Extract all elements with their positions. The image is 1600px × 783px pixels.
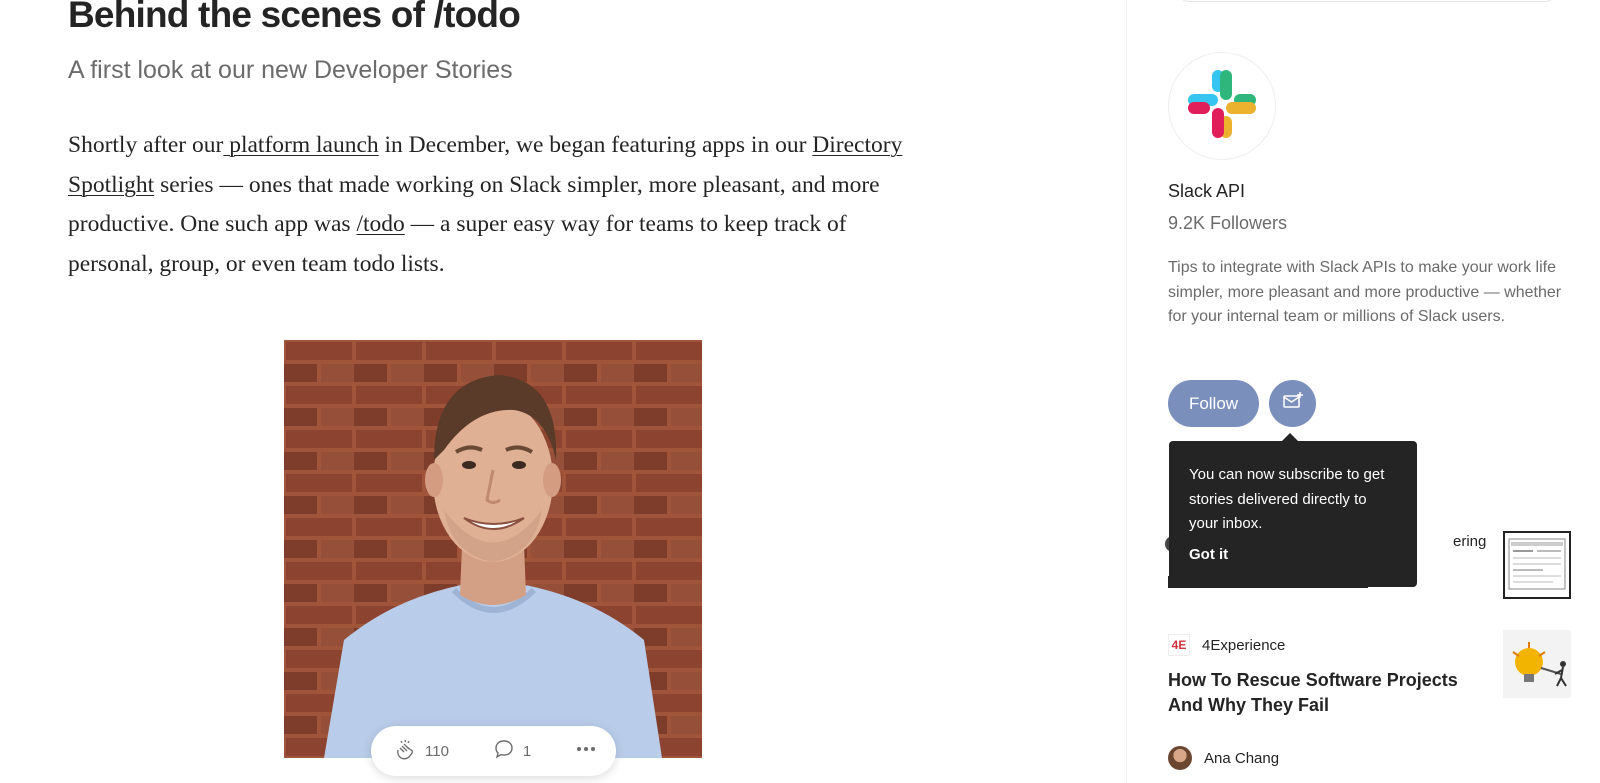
clap-icon bbox=[393, 737, 417, 765]
clap-button[interactable]: 110 bbox=[393, 737, 449, 765]
paragraph-text: Shortly after our bbox=[68, 132, 224, 158]
story-thumbnail[interactable] bbox=[1503, 531, 1571, 599]
story-publication-name: 4Experience bbox=[1202, 636, 1286, 654]
article-subtitle: A first look at our new Developer Storie… bbox=[68, 56, 513, 84]
clap-count: 110 bbox=[425, 742, 449, 760]
subscribe-button[interactable] bbox=[1269, 380, 1316, 427]
story-thumbnail[interactable] bbox=[1503, 630, 1571, 698]
comment-icon bbox=[493, 738, 515, 764]
publication-name[interactable]: Slack API bbox=[1168, 181, 1245, 202]
search-input[interactable] bbox=[1177, 0, 1557, 2]
article-action-bar: 110 1 bbox=[371, 726, 616, 776]
comment-count: 1 bbox=[522, 742, 532, 760]
subscribe-tooltip: You can now subscribe to get stories del… bbox=[1169, 433, 1417, 587]
article-paragraph: Shortly after our platform launch in Dec… bbox=[68, 126, 928, 284]
story-author[interactable]: Ana Chang bbox=[1168, 746, 1279, 770]
todo-link[interactable]: /todo bbox=[356, 211, 404, 237]
article-title: Behind the scenes of /todo bbox=[68, 0, 521, 35]
partial-story-author[interactable]: ering bbox=[1453, 533, 1486, 550]
story-publication[interactable]: 4E 4Experience bbox=[1168, 634, 1285, 656]
subscribe-mail-icon bbox=[1281, 389, 1305, 418]
got-it-button[interactable]: Got it bbox=[1189, 546, 1228, 563]
followers-count[interactable]: 9.2K Followers bbox=[1168, 213, 1287, 234]
article-column: Behind the scenes of /todo A first look … bbox=[0, 0, 1126, 783]
more-button[interactable] bbox=[575, 738, 597, 764]
sidebar: Slack API 9.2K Followers Tips to integra… bbox=[1126, 0, 1600, 783]
slack-logo-icon bbox=[1184, 66, 1260, 147]
article-photo bbox=[284, 340, 702, 758]
story-title[interactable]: How To Rescue Software Projects And Why … bbox=[1168, 668, 1488, 718]
comment-button[interactable]: 1 bbox=[493, 738, 531, 764]
publication-logo[interactable] bbox=[1168, 52, 1276, 160]
avatar bbox=[1168, 746, 1192, 770]
4experience-logo-icon: 4E bbox=[1168, 634, 1190, 656]
platform-launch-link[interactable]: platform launch bbox=[223, 132, 378, 158]
tooltip-text: You can now subscribe to get stories del… bbox=[1189, 466, 1385, 532]
story-author-name: Ana Chang bbox=[1204, 749, 1280, 767]
follow-button[interactable]: Follow bbox=[1168, 380, 1259, 427]
publication-description: Tips to integrate with Slack APIs to mak… bbox=[1168, 259, 1562, 325]
paragraph-text: in December, we began featuring apps in … bbox=[378, 132, 813, 158]
more-icon bbox=[575, 738, 597, 764]
